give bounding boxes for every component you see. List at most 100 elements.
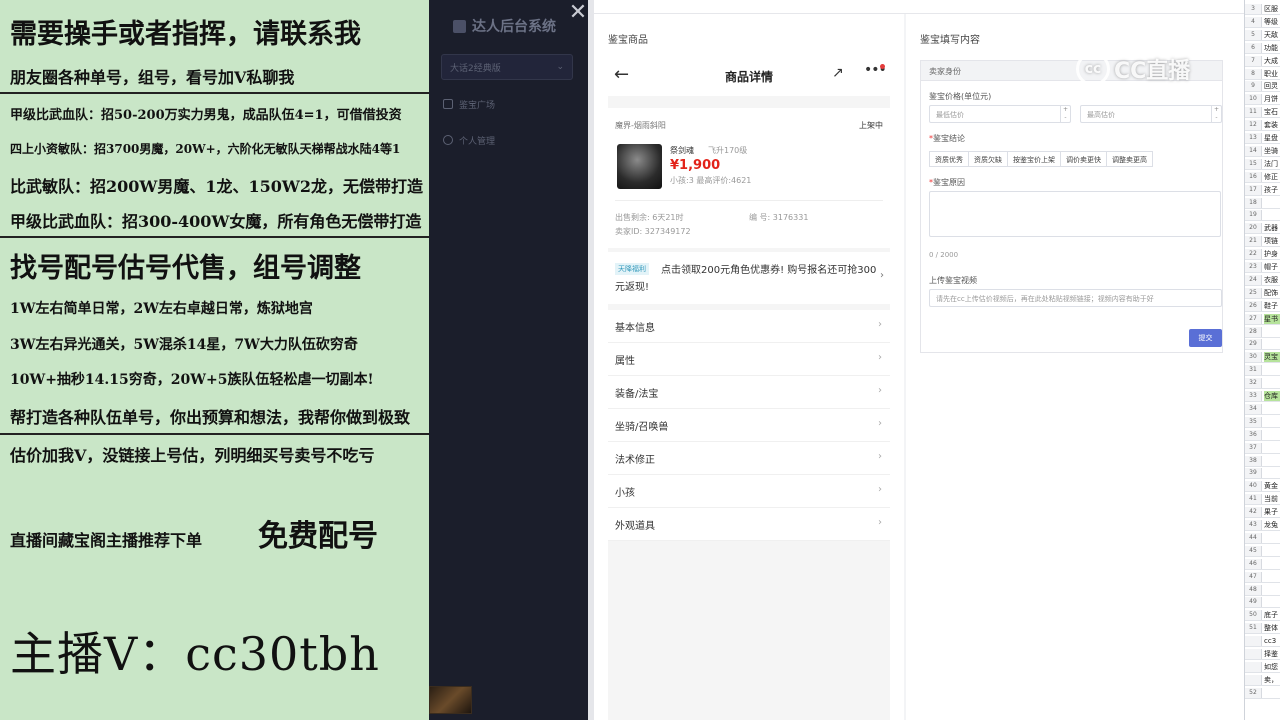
reason-textarea[interactable] xyxy=(929,191,1221,237)
sheet-cell[interactable]: 区服 xyxy=(1264,4,1280,14)
sheet-row[interactable]: 38 xyxy=(1245,455,1280,467)
sheet-row[interactable]: 8 职业 xyxy=(1245,68,1280,80)
sheet-row[interactable]: 32 xyxy=(1245,378,1280,390)
stepper-icon[interactable]: + - xyxy=(1211,106,1221,122)
menu-item-equipment[interactable]: 装备/法宝 › xyxy=(608,376,890,409)
sheet-cell[interactable]: 法门 xyxy=(1264,159,1280,169)
sheet-cell[interactable] xyxy=(1264,585,1280,595)
sheet-row[interactable]: 17 孩子 xyxy=(1245,184,1280,196)
sheet-row[interactable]: 24 衣服 xyxy=(1245,274,1280,286)
sheet-row[interactable]: 15 法门 xyxy=(1245,158,1280,170)
coupon-banner[interactable]: 天降福利 点击领取200元角色优惠券! 购号报名还可抢300元返现! › xyxy=(608,252,890,304)
sheet-cell[interactable]: 整体 xyxy=(1264,623,1280,633)
sheet-cell[interactable]: 星盘 xyxy=(1264,133,1280,143)
sheet-cell[interactable] xyxy=(1264,443,1280,453)
sheet-cell[interactable]: 卖， xyxy=(1264,675,1280,685)
option-lower-price[interactable]: 调价卖更快 xyxy=(1060,151,1107,167)
sheet-row[interactable]: 7 大成 xyxy=(1245,55,1280,67)
sheet-cell[interactable]: cc3 xyxy=(1264,636,1280,646)
sheet-cell[interactable]: 项链 xyxy=(1264,236,1280,246)
sheet-row[interactable]: 34 xyxy=(1245,403,1280,415)
sheet-cell[interactable]: 帽子 xyxy=(1264,262,1280,272)
sheet-row[interactable]: 择鉴 xyxy=(1245,649,1280,660)
sheet-cell[interactable]: 职业 xyxy=(1264,69,1280,79)
option-list-at-price[interactable]: 按鉴宝价上架 xyxy=(1007,151,1061,167)
sheet-cell[interactable]: 衣服 xyxy=(1264,275,1280,285)
sheet-cell[interactable] xyxy=(1264,417,1280,427)
sheet-cell[interactable] xyxy=(1264,456,1280,466)
sheet-cell[interactable]: 武器 xyxy=(1264,223,1280,233)
sheet-cell[interactable] xyxy=(1264,210,1280,220)
submit-button[interactable]: 提交 xyxy=(1189,329,1222,347)
sheet-cell[interactable]: 天敌 xyxy=(1264,30,1280,40)
sheet-cell[interactable] xyxy=(1264,572,1280,582)
menu-item-mounts-pets[interactable]: 坐骑/召唤兽 › xyxy=(608,409,890,442)
sheet-cell[interactable]: 如您 xyxy=(1264,662,1280,672)
sheet-row[interactable]: 31 xyxy=(1245,365,1280,377)
sheet-row[interactable]: 21 项链 xyxy=(1245,236,1280,248)
sheet-row[interactable]: 9 回灵 xyxy=(1245,81,1280,93)
close-icon[interactable]: ✕ xyxy=(567,2,589,26)
sheet-cell[interactable] xyxy=(1264,198,1280,208)
sheet-row[interactable]: 10 月饼 xyxy=(1245,94,1280,106)
sheet-cell[interactable]: 龙兔 xyxy=(1264,520,1280,530)
menu-item-attributes[interactable]: 属性 › xyxy=(608,343,890,376)
sheet-row[interactable]: 30 灵宝 xyxy=(1245,352,1280,364)
menu-item-basic-info[interactable]: 基本信息 › xyxy=(608,310,890,343)
menu-item-spell-correction[interactable]: 法术修正 › xyxy=(608,442,890,475)
option-higher-price[interactable]: 调整卖更高 xyxy=(1106,151,1153,167)
sheet-row[interactable]: 22 护身 xyxy=(1245,249,1280,261)
option-good-quality[interactable]: 资质优秀 xyxy=(929,151,969,167)
sheet-cell[interactable] xyxy=(1264,546,1280,556)
sheet-row[interactable]: 如您 xyxy=(1245,661,1280,673)
sheet-cell[interactable] xyxy=(1264,597,1280,607)
sheet-row[interactable]: 29 xyxy=(1245,339,1280,351)
sheet-cell[interactable]: 配饰 xyxy=(1264,288,1280,298)
video-link-input[interactable]: 请先在cc上传估价视频后，再在此处粘贴视频链接；视频内容有助于好 xyxy=(929,289,1222,307)
sheet-row[interactable]: 44 xyxy=(1245,532,1280,544)
sheet-row[interactable]: 13 星盘 xyxy=(1245,133,1280,144)
sheet-cell[interactable] xyxy=(1264,430,1280,440)
sheet-cell[interactable]: 等级 xyxy=(1264,17,1280,27)
sidebar-item-appraisal-square[interactable]: 鉴宝广场 xyxy=(443,96,495,112)
sheet-cell[interactable]: 大成 xyxy=(1264,56,1280,66)
sheet-cell[interactable]: 黄金 xyxy=(1264,481,1280,491)
sheet-row[interactable]: 51 整体 xyxy=(1245,623,1280,635)
option-lacking-quality[interactable]: 资质欠缺 xyxy=(968,151,1008,167)
sheet-row[interactable]: 3 区服 xyxy=(1245,4,1280,15)
sheet-row[interactable]: 28 xyxy=(1245,326,1280,338)
sheet-cell[interactable] xyxy=(1264,404,1280,414)
sheet-cell[interactable]: 择鉴 xyxy=(1264,649,1280,659)
sheet-row[interactable]: 12 套装 xyxy=(1245,120,1280,132)
sheet-row[interactable]: 20 武器 xyxy=(1245,223,1280,235)
sheet-cell[interactable]: 坐骑 xyxy=(1264,146,1280,156)
sheet-cell[interactable]: 孩子 xyxy=(1264,185,1280,195)
sheet-row[interactable]: 39 xyxy=(1245,468,1280,480)
sheet-cell[interactable]: 星书 xyxy=(1264,313,1280,324)
sheet-cell[interactable] xyxy=(1264,339,1280,349)
sidebar-item-personal[interactable]: 个人管理 xyxy=(443,132,495,148)
max-price-input[interactable]: 最高估价 + - xyxy=(1080,105,1222,123)
sheet-row[interactable]: 卖， xyxy=(1245,674,1280,686)
sheet-cell[interactable] xyxy=(1264,468,1280,478)
sheet-cell[interactable] xyxy=(1264,533,1280,543)
sheet-cell[interactable]: 当前 xyxy=(1264,494,1280,504)
sheet-row[interactable]: 23 帽子 xyxy=(1245,262,1280,273)
stepper-icon[interactable]: + - xyxy=(1060,106,1070,122)
sheet-cell[interactable]: 灵宝 xyxy=(1264,352,1280,363)
sheet-row[interactable]: 27 星书 xyxy=(1245,313,1280,325)
menu-item-appearance[interactable]: 外观道具 › xyxy=(608,508,890,541)
sheet-row[interactable]: 4 等级 xyxy=(1245,16,1280,28)
sheet-cell[interactable]: 功能 xyxy=(1264,43,1280,53)
sheet-row[interactable]: 19 xyxy=(1245,210,1280,222)
sheet-cell[interactable]: 宝石 xyxy=(1264,107,1280,117)
sheet-row[interactable]: 40 黄金 xyxy=(1245,481,1280,493)
sheet-row[interactable]: 46 xyxy=(1245,558,1280,570)
sheet-row[interactable]: 49 xyxy=(1245,597,1280,609)
share-icon[interactable]: ↗ xyxy=(832,65,844,81)
sheet-row[interactable]: 35 xyxy=(1245,416,1280,428)
game-version-select[interactable]: 大话2经典版 ⌄ xyxy=(441,54,573,80)
menu-item-children[interactable]: 小孩 › xyxy=(608,475,890,508)
sheet-row[interactable]: 6 功能 xyxy=(1245,42,1280,54)
sheet-row[interactable]: 42 果子 xyxy=(1245,507,1280,519)
